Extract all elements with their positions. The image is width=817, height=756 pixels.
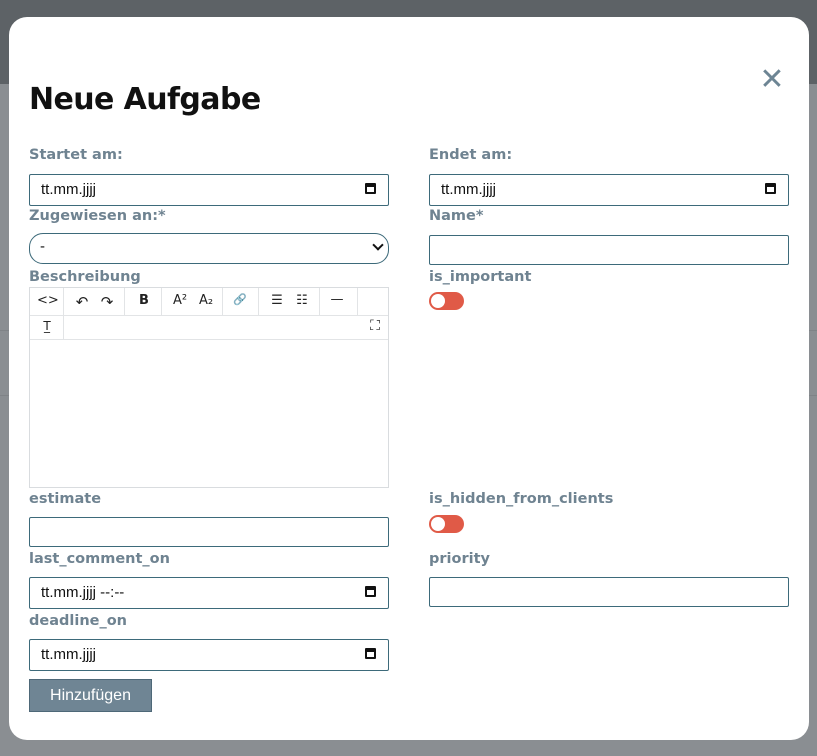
- toolbar-divider: [30, 315, 388, 316]
- bullet-list-icon[interactable]: ☰: [267, 293, 287, 308]
- fullscreen-icon[interactable]: ⛶: [365, 318, 385, 334]
- last-comment-on-value: tt.mm.jjjj --:--: [41, 584, 125, 601]
- toggle-knob: [431, 294, 445, 308]
- redo-icon[interactable]: ↷: [97, 293, 117, 311]
- deadline-on-value: tt.mm.jjjj: [41, 646, 96, 663]
- is-important-label: is_important: [429, 269, 532, 285]
- toolbar-separator: [124, 288, 125, 315]
- priority-label: priority: [429, 551, 490, 567]
- description-editor: <> ↶ ↷ B A² A₂ 🔗 ☰ ☷ — T̲ ⛶: [29, 287, 389, 488]
- toolbar-separator: [63, 288, 64, 315]
- bold-icon[interactable]: B: [134, 293, 154, 308]
- superscript-icon[interactable]: A²: [170, 293, 190, 308]
- deadline-on-date-input[interactable]: tt.mm.jjjj: [29, 639, 389, 671]
- starts-on-label: Startet am:: [29, 147, 123, 163]
- calendar-icon[interactable]: [365, 183, 376, 194]
- ends-on-value: tt.mm.jjjj: [441, 181, 496, 198]
- estimate-input[interactable]: [29, 517, 389, 547]
- toggle-knob: [431, 517, 445, 531]
- last-comment-on-datetime-input[interactable]: tt.mm.jjjj --:--: [29, 577, 389, 609]
- deadline-on-label: deadline_on: [29, 613, 128, 629]
- close-icon[interactable]: ✕: [756, 64, 788, 96]
- estimate-label: estimate: [29, 491, 102, 507]
- description-label: Beschreibung: [29, 269, 141, 285]
- toolbar-separator: [319, 288, 320, 315]
- calendar-icon[interactable]: [365, 586, 376, 597]
- toolbar-separator: [222, 288, 223, 315]
- link-icon[interactable]: 🔗: [230, 293, 250, 306]
- toolbar-separator: [161, 288, 162, 315]
- chevron-down-icon: [372, 239, 384, 251]
- toolbar-separator: [357, 288, 358, 315]
- is-hidden-from-clients-toggle[interactable]: [429, 515, 464, 533]
- submit-button[interactable]: Hinzufügen: [29, 679, 152, 712]
- source-code-icon[interactable]: <>: [37, 293, 59, 308]
- last-comment-on-label: last_comment_on: [29, 551, 170, 567]
- modal-title: Neue Aufgabe: [29, 82, 261, 117]
- starts-on-date-input[interactable]: tt.mm.jjjj: [29, 174, 389, 206]
- priority-input[interactable]: [429, 577, 789, 607]
- horizontal-rule-icon[interactable]: —: [327, 292, 347, 307]
- numbered-list-icon[interactable]: ☷: [292, 293, 312, 308]
- name-input[interactable]: [429, 235, 789, 265]
- assigned-to-select[interactable]: -: [29, 233, 389, 264]
- toolbar-separator: [258, 288, 259, 315]
- assigned-to-label: Zugewiesen an:*: [29, 208, 166, 224]
- toolbar-separator: [63, 315, 64, 339]
- ends-on-label: Endet am:: [429, 147, 513, 163]
- editor-content-area[interactable]: [30, 340, 388, 487]
- is-hidden-from-clients-label: is_hidden_from_clients: [429, 491, 614, 507]
- name-label: Name*: [429, 208, 484, 224]
- undo-icon[interactable]: ↶: [72, 293, 92, 311]
- calendar-icon[interactable]: [365, 648, 376, 659]
- calendar-icon[interactable]: [765, 183, 776, 194]
- ends-on-date-input[interactable]: tt.mm.jjjj: [429, 174, 789, 206]
- starts-on-value: tt.mm.jjjj: [41, 181, 96, 198]
- is-important-toggle[interactable]: [429, 292, 464, 310]
- assigned-to-selected: -: [40, 238, 45, 255]
- clear-format-icon[interactable]: T̲: [37, 319, 57, 333]
- subscript-icon[interactable]: A₂: [196, 293, 216, 308]
